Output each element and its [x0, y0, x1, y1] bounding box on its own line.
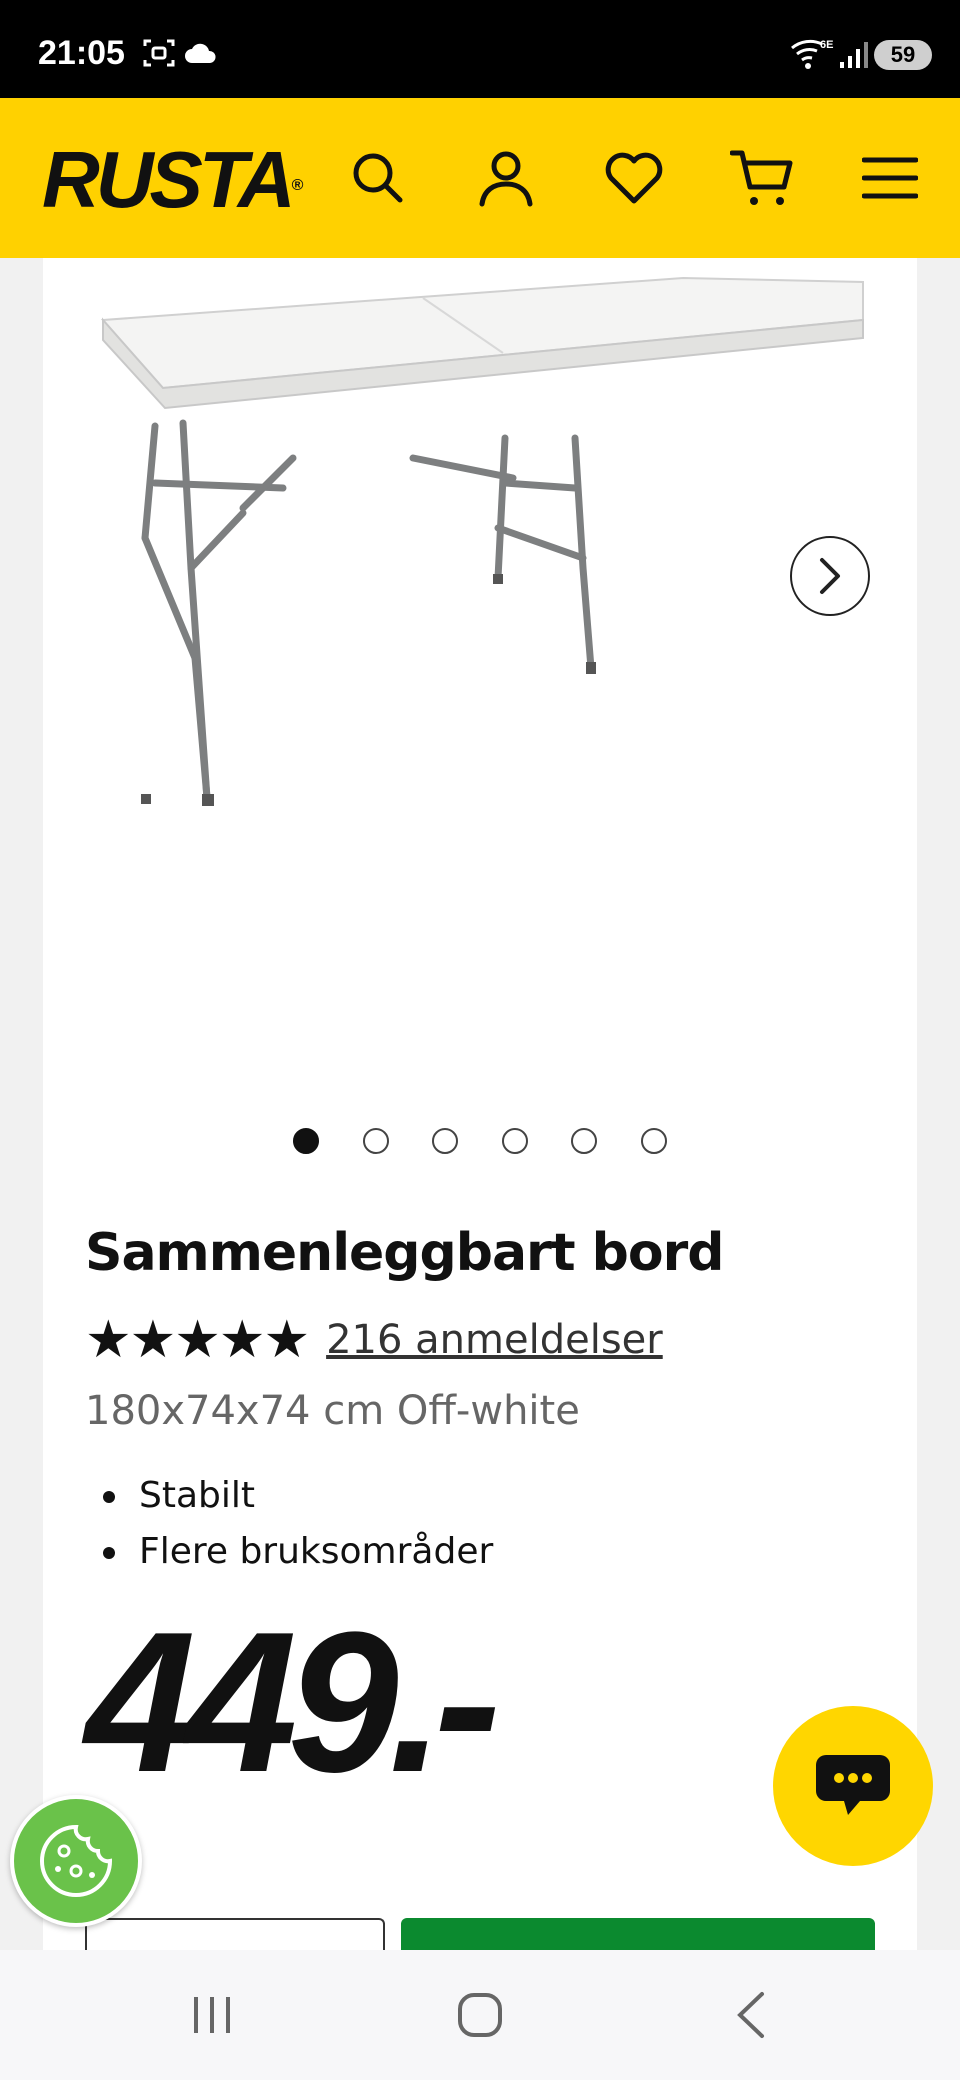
menu-icon[interactable] [856, 144, 924, 212]
carousel-dots [43, 1128, 917, 1158]
product-image[interactable] [43, 258, 917, 1078]
screenshot-icon [142, 38, 176, 72]
feature-item: Stabilt [85, 1468, 493, 1524]
back-icon[interactable] [710, 1980, 790, 2050]
network-type: 6E [820, 39, 833, 51]
carousel-dot-1[interactable] [293, 1128, 319, 1154]
carousel-next-button[interactable] [790, 536, 870, 616]
home-icon[interactable] [440, 1980, 520, 2050]
carousel-dot-5[interactable] [571, 1128, 597, 1154]
chevron-right-icon [820, 558, 840, 594]
product-card: Sammenleggbart bord ★★★★★ 216 anmeldelse… [43, 258, 917, 1980]
rating-stars: ★★★★★ [85, 1310, 310, 1370]
status-time: 21:05 [38, 34, 125, 72]
cookie-settings-button[interactable] [10, 1795, 142, 1927]
feature-item: Flere bruksområder [85, 1524, 493, 1580]
reviews-link[interactable]: 216 anmeldelser [326, 1310, 663, 1370]
heart-icon[interactable] [600, 144, 668, 212]
product-variant: 180x74x74 cm Off-white [85, 1388, 580, 1434]
cookie-icon [40, 1824, 113, 1897]
cloud-icon [184, 42, 218, 68]
carousel-dot-3[interactable] [432, 1128, 458, 1154]
rusta-logo[interactable]: RUSTA® [42, 140, 303, 220]
cart-icon[interactable] [728, 144, 796, 212]
product-price: 449.- [85, 1591, 501, 1814]
battery-level: 59 [874, 40, 932, 70]
chat-icon [816, 1755, 890, 1815]
signal-icon [838, 40, 870, 74]
system-nav-bar [0, 1950, 960, 2080]
carousel-dot-6[interactable] [641, 1128, 667, 1154]
carousel-dot-2[interactable] [363, 1128, 389, 1154]
recent-apps-icon[interactable] [172, 1980, 252, 2050]
account-icon[interactable] [472, 144, 540, 212]
product-title: Sammenleggbart bord [85, 1223, 724, 1283]
rating-row: ★★★★★ 216 anmeldelser [85, 1310, 663, 1370]
wifi-icon: 6E [790, 36, 834, 76]
site-header: RUSTA® [0, 98, 960, 258]
search-icon[interactable] [344, 144, 412, 212]
feature-list: Stabilt Flere bruksområder [85, 1468, 493, 1580]
chat-button[interactable] [773, 1706, 933, 1866]
status-bar: 21:05 6E 59 [0, 0, 960, 98]
carousel-dot-4[interactable] [502, 1128, 528, 1154]
